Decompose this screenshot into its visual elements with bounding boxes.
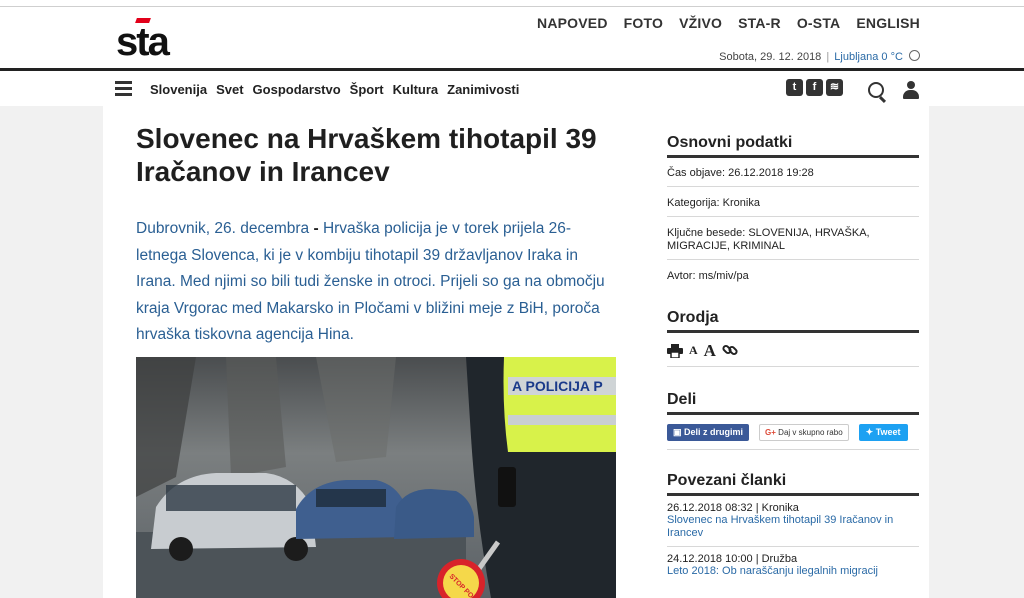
related-title: Povezani članki: [667, 472, 919, 496]
tools-title: Orodja: [667, 309, 919, 333]
top-nav-foto[interactable]: FOTO: [624, 15, 663, 31]
social-links: t f ≋: [786, 79, 843, 96]
author: Avtor: ms/miv/pa: [667, 270, 749, 282]
top-nav-o-sta[interactable]: O-STA: [797, 15, 841, 31]
police-photo-illustration: A POLICIJA P STOP POLICIJA: [136, 357, 616, 598]
related-link-1[interactable]: Slovenec na Hrvaškem tihotapil 39 Iračan…: [667, 514, 919, 547]
share-row: ▣ Deli z drugimi G+ Daj v skupno rabo ✦ …: [667, 415, 919, 450]
main-nav: Slovenija Svet Gospodarstvo Šport Kultur…: [150, 82, 528, 97]
weather-city[interactable]: Ljubljana: [834, 51, 878, 63]
top-divider: [0, 6, 1024, 7]
published-time: Čas objave: 26.12.2018 19:28: [667, 158, 919, 187]
keywords: Ključne besede: SLOVENIJA, HRVAŠKA, MIGR…: [667, 217, 919, 260]
related-meta-2: 24.12.2018 10:00 | Družba: [667, 553, 798, 565]
nav-slovenija[interactable]: Slovenija: [150, 82, 207, 97]
google-share-label: Daj v skupno rabo: [778, 428, 843, 437]
article-lead: Dubrovnik, 26. decembra - Hrvaška polici…: [136, 216, 606, 349]
top-nav-sta-r[interactable]: STA-R: [738, 15, 781, 31]
user-icon[interactable]: [903, 81, 919, 99]
article-photo[interactable]: A POLICIJA P STOP POLICIJA: [136, 357, 616, 598]
nav-zanimivosti[interactable]: Zanimivosti: [447, 82, 519, 97]
main-navbar: Slovenija Svet Gospodarstvo Šport Kultur…: [0, 68, 1024, 109]
logo-accent: [135, 18, 151, 23]
related-meta-1: 26.12.2018 08:32 | Kronika: [667, 502, 799, 514]
tools-row: A A: [667, 333, 919, 367]
dateline-dash: -: [309, 220, 323, 237]
top-bar: sta NAPOVED FOTO VŽIVO STA-R O-STA ENGLI…: [0, 0, 1024, 66]
search-icon[interactable]: [868, 82, 884, 98]
current-date: Sobota, 29. 12. 2018: [719, 51, 822, 63]
twitter-icon[interactable]: t: [786, 79, 803, 96]
font-smaller-icon[interactable]: A: [689, 343, 698, 358]
nav-sport[interactable]: Šport: [350, 82, 384, 97]
tweet-label: Tweet: [875, 427, 901, 437]
facebook-share-label: Deli z drugimi: [684, 427, 744, 437]
top-nav-vzivo[interactable]: VŽIVO: [679, 15, 722, 31]
photo-vest-text: A POLICIJA P: [512, 378, 603, 394]
font-larger-icon[interactable]: A: [704, 342, 716, 359]
print-icon[interactable]: [667, 344, 683, 358]
facebook-icon[interactable]: f: [806, 79, 823, 96]
sta-logo[interactable]: sta: [116, 18, 170, 64]
basic-info-title: Osnovni podatki: [667, 134, 919, 158]
google-share-button[interactable]: G+ Daj v skupno rabo: [759, 424, 849, 441]
top-nav-napoved[interactable]: NAPOVED: [537, 15, 608, 31]
top-nav: NAPOVED FOTO VŽIVO STA-R O-STA ENGLISH: [537, 15, 920, 31]
dateline: Sobota, 29. 12. 2018 | Ljubljana 0 °C: [719, 50, 920, 63]
weather-temp[interactable]: 0 °C: [881, 51, 903, 63]
lead-body: Hrvaška policija je v torek prijela 26-l…: [136, 220, 605, 343]
tweet-button[interactable]: ✦ Tweet: [858, 424, 908, 441]
nav-svet[interactable]: Svet: [216, 82, 243, 97]
date-separator: |: [826, 51, 830, 63]
menu-icon[interactable]: [115, 81, 132, 96]
related-link-2[interactable]: Leto 2018: Ob naraščanju ilegalnih migra…: [667, 565, 919, 584]
nav-gospodarstvo[interactable]: Gospodarstvo: [253, 82, 341, 97]
rss-icon[interactable]: ≋: [826, 79, 843, 96]
article-title: Slovenec na Hrvaškem tihotapil 39 Iračan…: [136, 123, 597, 187]
category: Kategorija: Kronika: [667, 187, 919, 217]
sun-icon: [909, 50, 920, 61]
share-title: Deli: [667, 391, 919, 415]
facebook-share-button[interactable]: ▣ Deli z drugimi: [667, 424, 750, 441]
link-icon[interactable]: [722, 342, 738, 358]
dateline-place: Dubrovnik, 26. decembra: [136, 220, 310, 237]
google-plus-icon: G+: [765, 428, 776, 437]
sidebar: Osnovni podatki Čas objave: 26.12.2018 1…: [667, 134, 919, 584]
nav-kultura[interactable]: Kultura: [393, 82, 439, 97]
top-nav-english[interactable]: ENGLISH: [856, 15, 920, 31]
logo-text: sta: [116, 20, 170, 64]
